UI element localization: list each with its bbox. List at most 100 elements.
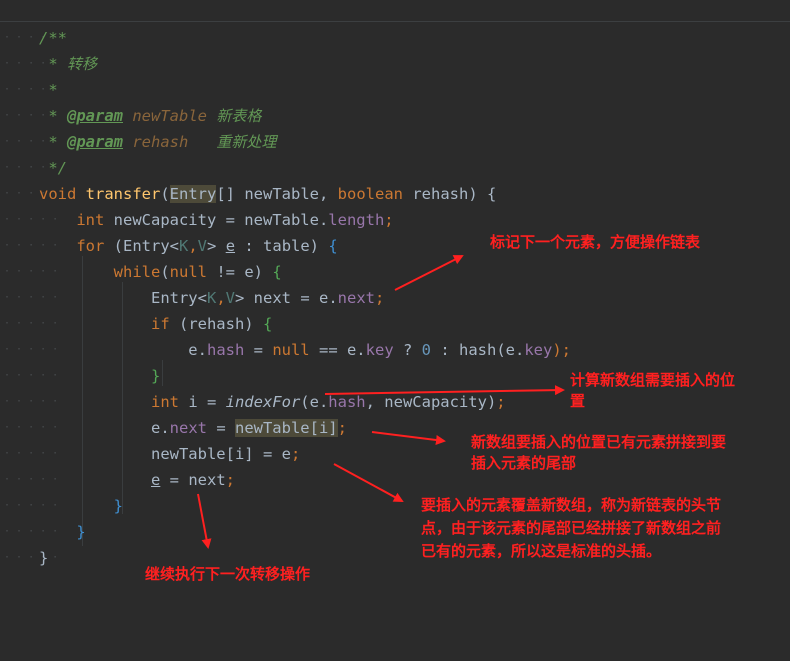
code-text: int i = indexFor(e.hash, newCapacity);: [39, 389, 506, 415]
code-text: }: [39, 493, 123, 519]
code-token: != e): [216, 263, 273, 281]
code-token: , newCapacity): [365, 393, 497, 411]
code-token: hash: [206, 341, 245, 359]
code-token: = next: [160, 471, 226, 489]
code-token: > next = e.: [235, 289, 338, 307]
code-line[interactable]: · · · · · */: [0, 155, 790, 181]
code-token: newTable[i] = e: [39, 445, 291, 463]
code-token: e.: [39, 341, 207, 359]
code-token: =: [206, 419, 235, 437]
code-token: indexFor: [225, 393, 301, 411]
code-token: i =: [188, 393, 226, 411]
code-text: * @param newTable 新表格: [39, 103, 261, 129]
code-token: key: [365, 341, 394, 359]
code-text: newTable[i] = e;: [39, 441, 300, 467]
code-token: hash: [328, 393, 366, 411]
code-token: boolean: [337, 185, 413, 203]
code-token: (e.: [300, 393, 329, 411]
code-token: e: [225, 237, 236, 255]
code-token: (: [160, 185, 170, 203]
code-token: int: [39, 393, 189, 411]
code-token: newTable[i]: [234, 419, 338, 437]
code-token: null: [169, 263, 217, 281]
code-token: 新表格: [216, 107, 262, 125]
code-token: next: [169, 419, 207, 437]
code-line[interactable]: · · · · · * @param rehash 重新处理: [0, 129, 790, 155]
code-text: }: [39, 545, 48, 571]
code-text: e = next;: [39, 467, 235, 493]
code-editor[interactable]: · · · · ·/** · · · · · * 转移 · · · · · * · ·…: [0, 22, 790, 661]
annotation-calc-position: 计算新数组需要插入的位 置: [570, 370, 735, 412]
annotation-line: 要插入的元素覆盖新数组，称为新链表的头节: [421, 496, 722, 514]
code-token: =: [244, 341, 273, 359]
code-text: }: [39, 519, 86, 545]
code-token: */: [39, 159, 67, 177]
code-token: == e.: [318, 341, 366, 359]
code-text: if (rehash) {: [39, 311, 272, 337]
code-token: e.: [39, 419, 170, 437]
code-text: }: [39, 363, 160, 389]
code-token: [] newTable,: [216, 185, 338, 203]
code-token: newTable: [123, 107, 217, 125]
code-token: V: [197, 237, 208, 255]
code-token: key: [524, 341, 553, 359]
code-token: ;: [496, 393, 506, 411]
annotation-head-insert: 要插入的元素覆盖新数组，称为新链表的头节 点，由于该元素的尾部已经拼接了新数组之…: [421, 494, 721, 563]
code-token: ;: [290, 445, 301, 463]
code-token: {: [272, 263, 282, 281]
code-token: Entry<: [39, 289, 207, 307]
code-token: K: [206, 289, 217, 307]
code-token: ;: [384, 211, 394, 229]
code-token: while: [39, 263, 161, 281]
code-line[interactable]: · · · · · * @param newTable 新表格: [0, 103, 790, 129]
code-token: : hash(e.: [431, 341, 525, 359]
code-line[interactable]: · · · · · while(null != e) {: [0, 259, 790, 285]
code-line[interactable]: · · · · · if (rehash) {: [0, 311, 790, 337]
code-token: @param: [67, 107, 123, 125]
code-token: >: [207, 237, 226, 255]
code-token: *: [39, 133, 67, 151]
code-token: ;: [375, 289, 385, 307]
whitespace-indicator: · · · · ·: [4, 552, 59, 563]
code-token: 0: [421, 341, 431, 359]
code-line[interactable]: · · · · ·/**: [0, 25, 790, 51]
code-token: {: [328, 237, 338, 255]
code-token: }: [39, 549, 49, 567]
annotation-line: 已有的元素，所以这是标准的头插。: [421, 542, 662, 560]
annotation-splice-tail: 新数组要插入的位置已有元素拼接到要 插入元素的尾部: [471, 432, 726, 474]
code-token: );: [552, 341, 571, 359]
code-token: for: [39, 237, 114, 255]
code-token: *: [39, 81, 58, 99]
editor-top-bar: [0, 0, 790, 22]
code-line[interactable]: · · · · · void transfer(Entry[] newTable,…: [0, 181, 790, 207]
code-token: ;: [337, 419, 347, 437]
code-line[interactable]: · · · · · e.hash = null == e.key ? 0 : h…: [0, 337, 790, 363]
annotation-mark-next: 标记下一个元素，方便操作链表: [490, 233, 701, 251]
code-text: int newCapacity = newTable.length;: [39, 207, 394, 233]
code-token: {: [262, 315, 273, 333]
code-text: for (Entry<K,V> e : table) {: [39, 233, 338, 259]
code-token: : table): [235, 237, 329, 255]
annotation-line: 点，由于该元素的尾部已经拼接了新数组之前: [421, 519, 722, 537]
code-token: e: [150, 471, 161, 489]
code-token: ,: [216, 289, 226, 307]
code-token: Entry: [169, 185, 217, 203]
code-token: }: [39, 523, 86, 541]
code-token: ,: [188, 237, 198, 255]
annotation-line: 置: [570, 392, 586, 410]
code-text: *: [39, 77, 58, 103]
code-line[interactable]: · · · · · Entry<K,V> next = e.next;: [0, 285, 790, 311]
code-token: *: [39, 107, 67, 125]
code-token: newCapacity = newTable.: [113, 211, 329, 229]
code-token: (Entry<: [113, 237, 179, 255]
code-line[interactable]: · · · · · * 转移: [0, 51, 790, 77]
code-text: e.next = newTable[i];: [39, 415, 347, 441]
code-token: int: [39, 211, 114, 229]
code-line[interactable]: · · · · · int newCapacity = newTable.len…: [0, 207, 790, 233]
code-text: void transfer(Entry[] newTable, boolean …: [39, 181, 496, 207]
code-line[interactable]: · · · · · *: [0, 77, 790, 103]
code-token: }: [39, 497, 123, 515]
code-token: 重新处理: [216, 133, 277, 151]
code-text: * @param rehash 重新处理: [39, 129, 276, 155]
